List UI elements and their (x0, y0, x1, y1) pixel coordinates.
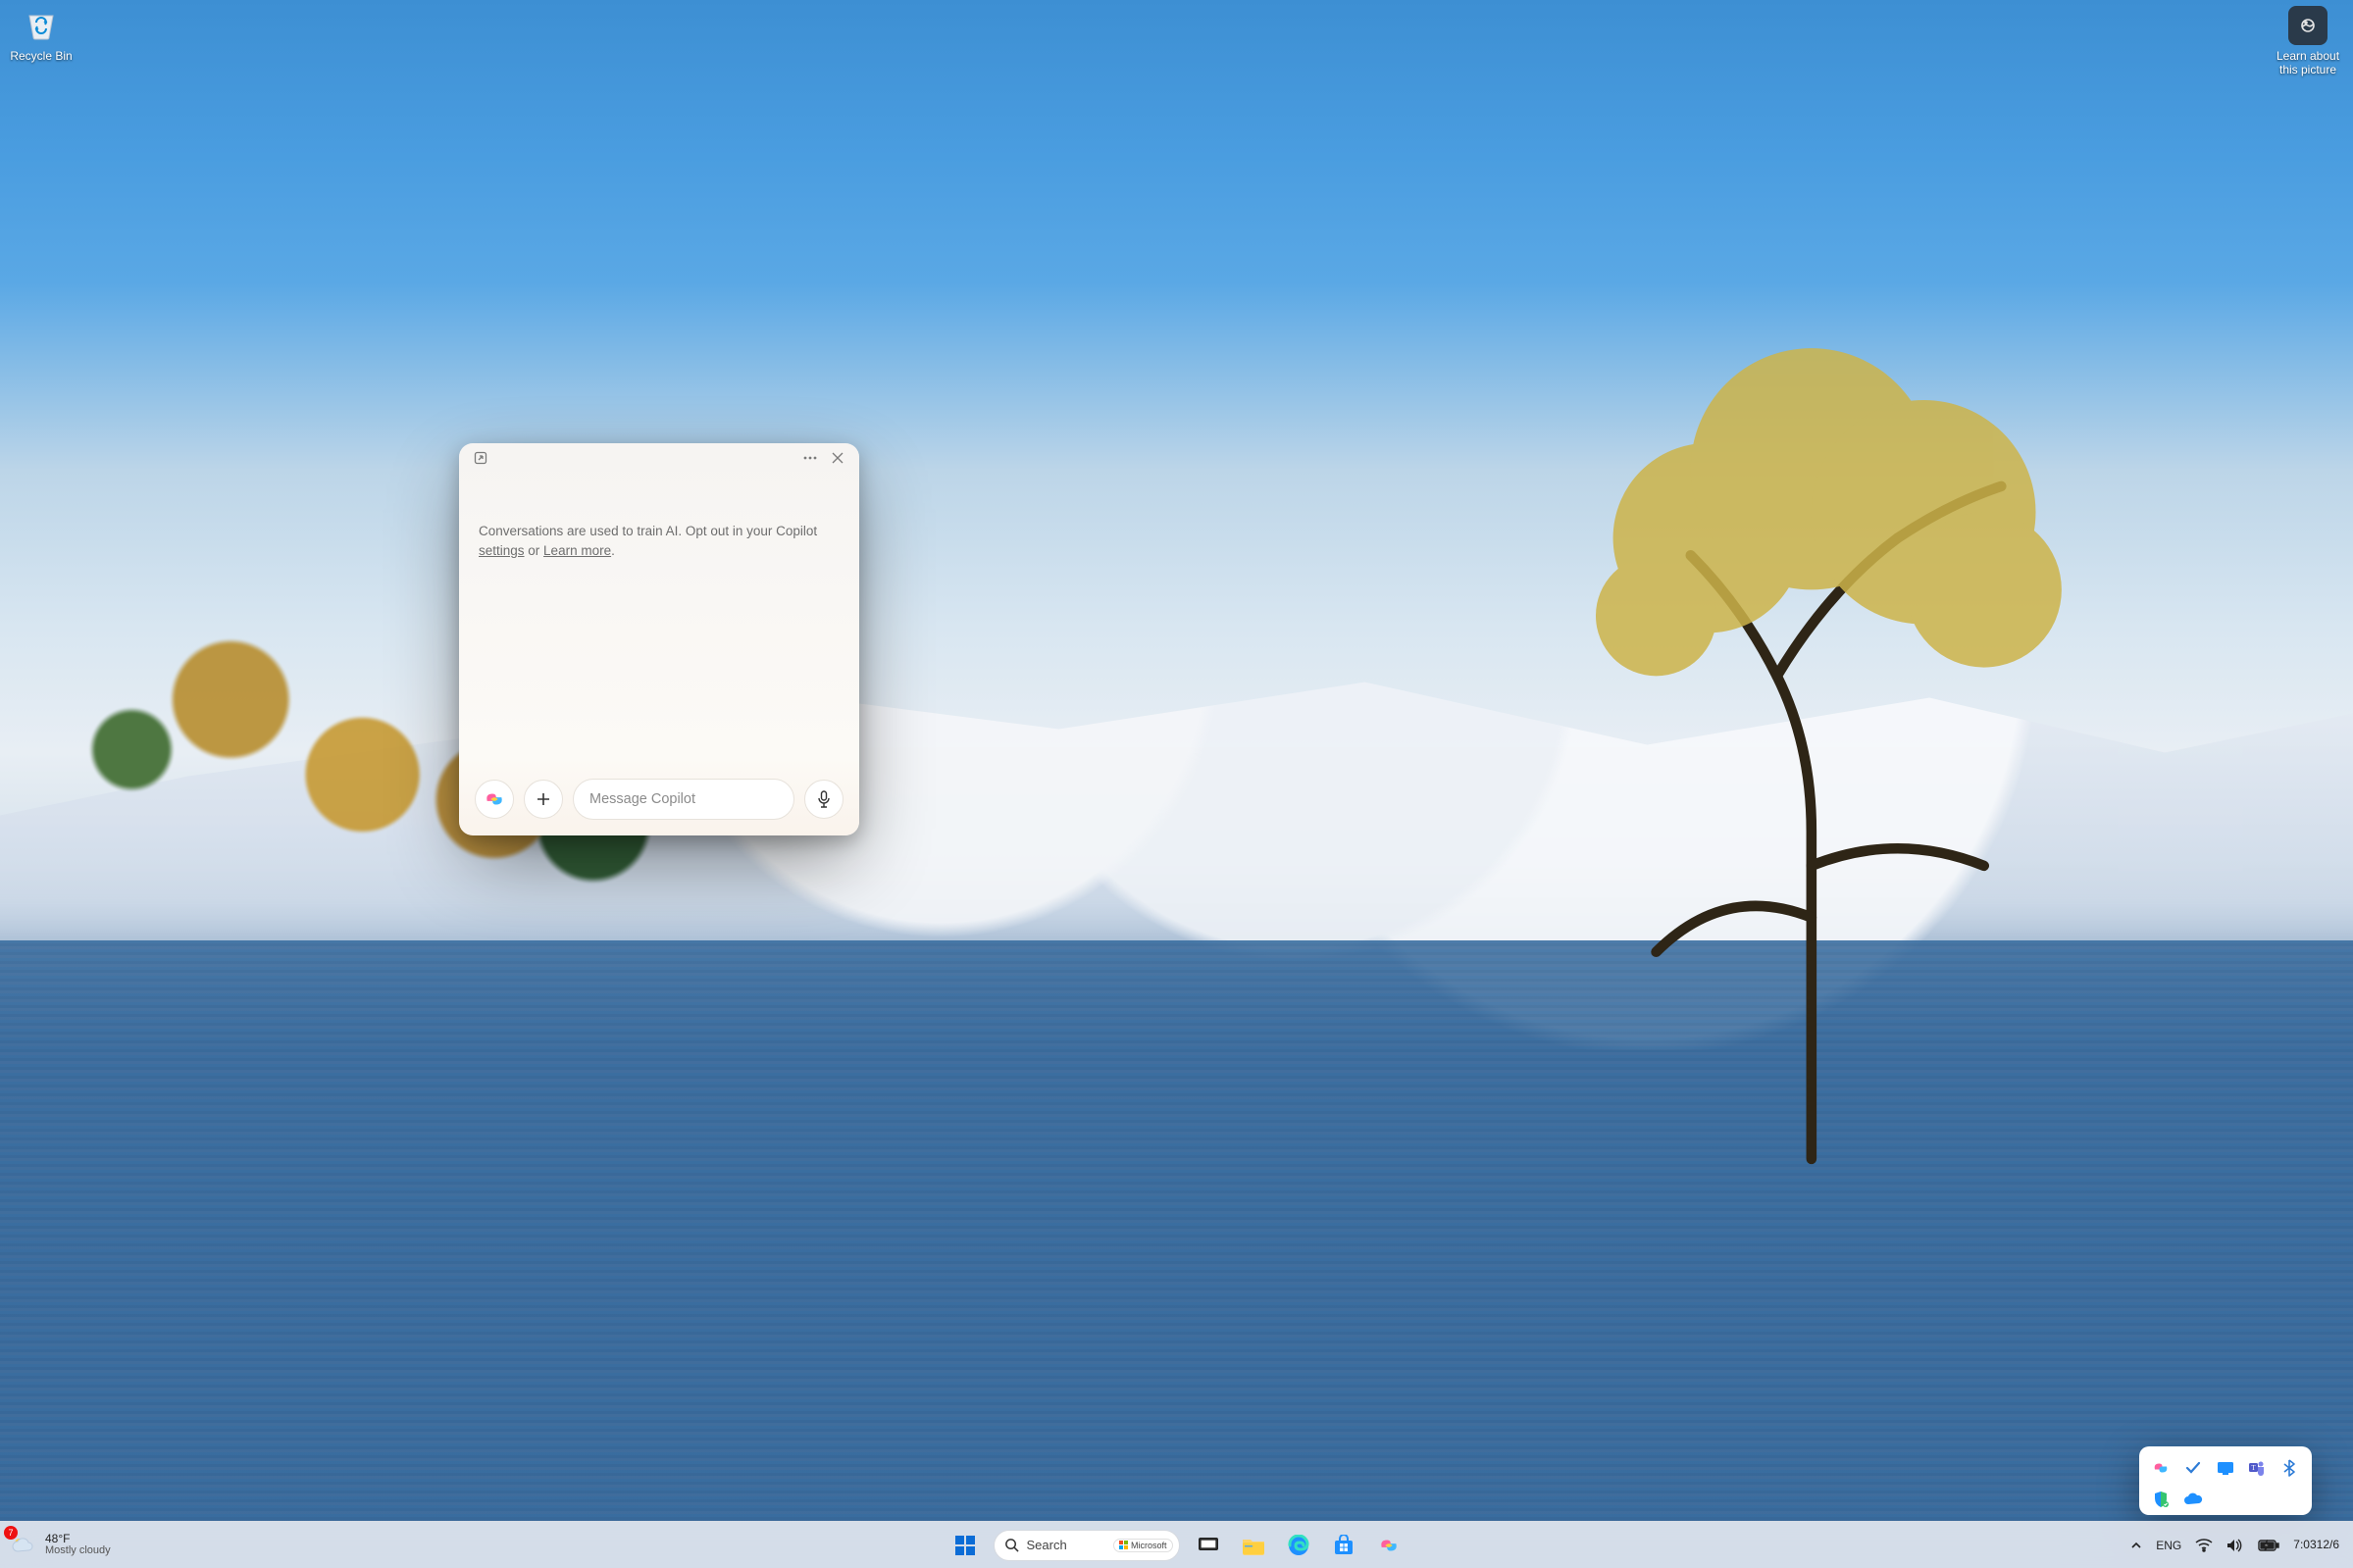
copilot-notice-end: . (611, 543, 615, 558)
wifi-icon[interactable] (2189, 1526, 2219, 1565)
copilot-notice-or: or (525, 543, 544, 558)
weather-alert-badge: 7 (4, 1526, 18, 1540)
more-button[interactable] (796, 446, 824, 470)
clock[interactable]: 7:03 12/6 (2287, 1526, 2345, 1565)
weather-widget[interactable]: 7 48°F Mostly cloudy (10, 1522, 111, 1568)
start-button[interactable] (945, 1526, 986, 1565)
copilot-taskbar-button[interactable] (1368, 1526, 1409, 1565)
tray-your-phone-icon[interactable] (2214, 1456, 2237, 1480)
taskbar: 7 48°F Mostly cloudy Search Microsoft (0, 1521, 2353, 1568)
volume-icon[interactable] (2221, 1526, 2250, 1565)
search-ms-chip: Microsoft (1113, 1539, 1173, 1552)
system-tray: ENG 7:03 12/6 (2124, 1522, 2353, 1568)
copilot-notice-text: Conversations are used to train AI. Opt … (479, 524, 817, 538)
search-icon (1004, 1538, 1019, 1552)
tray-teams-icon[interactable]: T (2245, 1456, 2269, 1480)
copilot-settings-link[interactable]: settings (479, 543, 525, 558)
file-explorer-button[interactable] (1233, 1526, 1274, 1565)
tray-bluetooth-icon[interactable] (2277, 1456, 2301, 1480)
store-button[interactable] (1323, 1526, 1364, 1565)
tray-security-icon[interactable] (2149, 1488, 2173, 1511)
clock-date: 12/6 (2317, 1539, 2339, 1552)
edge-button[interactable] (1278, 1526, 1319, 1565)
spotlight-label: Learn about this picture (2271, 49, 2345, 76)
taskbar-search[interactable]: Search Microsoft (994, 1530, 1180, 1561)
battery-icon[interactable] (2252, 1526, 2285, 1565)
task-view-button[interactable] (1188, 1526, 1229, 1565)
copilot-message-input[interactable]: Message Copilot (573, 779, 794, 820)
tray-copilot-icon[interactable] (2149, 1456, 2173, 1480)
copilot-body: Conversations are used to train AI. Opt … (459, 473, 859, 767)
taskbar-center: Search Microsoft (945, 1522, 1409, 1568)
microphone-button[interactable] (804, 780, 844, 819)
recycle-bin[interactable]: Recycle Bin (4, 2, 78, 63)
clock-time: 7:03 (2293, 1539, 2316, 1552)
windows-spotlight[interactable]: Learn about this picture (2271, 6, 2345, 76)
tray-todo-icon[interactable] (2181, 1456, 2205, 1480)
copilot-input-row: Message Copilot (459, 767, 859, 835)
search-placeholder: Search (1027, 1538, 1105, 1552)
tray-onedrive-icon[interactable] (2181, 1488, 2205, 1511)
tray-overflow-flyout: T (2139, 1446, 2312, 1515)
language-indicator[interactable]: ENG (2150, 1526, 2187, 1565)
tray-overflow-button[interactable] (2124, 1526, 2148, 1565)
weather-icon: 7 (10, 1532, 37, 1559)
copilot-placeholder: Message Copilot (589, 791, 695, 807)
recycle-bin-icon (20, 2, 63, 45)
weather-condition: Mostly cloudy (45, 1545, 111, 1557)
new-topic-button[interactable] (524, 780, 563, 819)
copilot-titlebar[interactable] (459, 443, 859, 473)
copilot-logo[interactable] (475, 780, 514, 819)
wallpaper-lone-tree (1458, 314, 2165, 1176)
spotlight-icon (2288, 6, 2327, 45)
copilot-window: Conversations are used to train AI. Opt … (459, 443, 859, 835)
recycle-bin-label: Recycle Bin (4, 49, 78, 63)
copilot-learn-more-link[interactable]: Learn more (543, 543, 611, 558)
expand-button[interactable] (467, 446, 494, 470)
close-button[interactable] (824, 446, 851, 470)
svg-text:T: T (2252, 1464, 2257, 1472)
